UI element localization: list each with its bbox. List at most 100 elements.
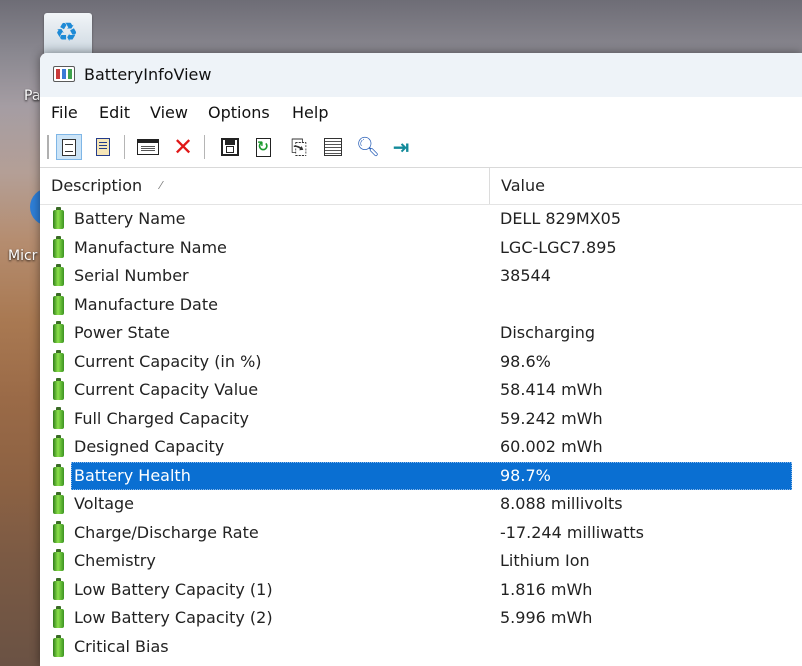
battery-icon — [53, 406, 64, 429]
column-value-label: Value — [501, 176, 545, 195]
refresh-icon: ↻ — [255, 137, 271, 157]
find-button[interactable]: 🔍︎ — [355, 134, 381, 160]
row-description: Current Capacity (in %) — [74, 351, 262, 371]
list-item[interactable]: Manufacture Date — [40, 291, 802, 320]
properties-icon — [324, 138, 342, 156]
save-icon — [221, 138, 239, 156]
list-item[interactable]: Manufacture Name LGC-LGC7.895 — [40, 234, 802, 263]
menu-bar: File Edit View Options Help — [40, 97, 802, 127]
menu-file[interactable]: File — [51, 103, 78, 122]
find-icon: 🔍︎ — [355, 135, 381, 158]
list-item[interactable]: Battery Health 98.7% — [40, 461, 802, 491]
battery-icon — [53, 463, 64, 486]
batteryinfoview-window: BatteryInfoView File Edit View Options H… — [40, 53, 802, 666]
battery-icon — [53, 435, 64, 457]
column-description-label: Description — [51, 176, 143, 195]
row-description: Voltage — [74, 494, 135, 513]
toolbar-grip — [47, 135, 49, 159]
desktop-label-partial: Pa — [24, 88, 41, 104]
battery-icon — [53, 492, 64, 514]
toolbar-separator — [124, 135, 125, 159]
row-value: 8.088 millivolts — [500, 494, 623, 513]
delete-icon: ✕ — [172, 133, 194, 161]
html-report-icon — [62, 138, 76, 156]
properties-window-button[interactable] — [135, 134, 161, 160]
list-item[interactable]: Current Capacity (in %) 98.6% — [40, 348, 802, 377]
list-item[interactable]: Low Battery Capacity (2) 5.996 mWh — [40, 604, 802, 633]
battery-info-list[interactable]: Description ⁄ Value Battery Name DELL 829… — [40, 168, 802, 666]
row-description: Charge/Discharge Rate — [74, 522, 259, 542]
refresh-button[interactable]: ↻ — [250, 134, 276, 160]
row-description: Battery Name — [74, 209, 186, 228]
list-item[interactable]: Power State Discharging — [40, 319, 802, 348]
battery-icon — [53, 577, 64, 600]
row-description: Full Charged Capacity — [74, 408, 250, 428]
exit-button[interactable]: ⇥ — [388, 134, 414, 160]
menu-options[interactable]: Options — [208, 103, 270, 122]
save-button[interactable] — [217, 134, 243, 160]
list-item[interactable]: Serial Number 38544 — [40, 262, 802, 291]
row-value: Lithium Ion — [500, 551, 590, 570]
row-value: 98.7% — [500, 465, 551, 485]
text-report-button[interactable] — [90, 134, 116, 160]
row-value: 58.414 mWh — [500, 380, 603, 399]
battery-icon — [53, 235, 64, 258]
list-item[interactable]: Low Battery Capacity (1) 1.816 mWh — [40, 576, 802, 605]
row-value: Discharging — [500, 323, 596, 342]
battery-icon — [53, 549, 64, 571]
row-description: Low Battery Capacity (1) — [74, 579, 273, 599]
title-bar[interactable]: BatteryInfoView — [40, 53, 802, 97]
list-item[interactable]: Charge/Discharge Rate -17.244 milliwatts — [40, 519, 802, 548]
row-value: 59.242 mWh — [500, 408, 603, 428]
list-rows: Battery Name DELL 829MX05 Manufacture Name… — [40, 205, 802, 661]
sort-indicator-icon: ⁄ — [160, 179, 162, 192]
row-description: Low Battery Capacity (2) — [74, 608, 273, 627]
row-description: Manufacture Name — [74, 237, 227, 257]
row-description: Serial Number — [74, 266, 189, 285]
properties-button[interactable] — [320, 134, 346, 160]
battery-icon — [53, 207, 64, 229]
desktop-label-partial-2: Micr — [8, 248, 38, 264]
column-description[interactable]: Description ⁄ — [40, 168, 490, 204]
properties-window-icon — [137, 139, 159, 155]
column-header: Description ⁄ Value — [40, 168, 802, 205]
battery-icon — [53, 349, 64, 372]
list-item[interactable]: Current Capacity Value 58.414 mWh — [40, 376, 802, 405]
list-item[interactable]: Full Charged Capacity 59.242 mWh — [40, 405, 802, 434]
html-report-button[interactable] — [56, 134, 82, 160]
row-description: Manufacture Date — [74, 294, 218, 314]
row-description: Battery Health — [74, 465, 191, 485]
row-value: LGC-LGC7.895 — [500, 237, 617, 257]
delete-button[interactable]: ✕ — [170, 134, 196, 160]
app-battery-icon — [53, 66, 75, 82]
toolbar-separator — [204, 135, 205, 159]
row-description: Chemistry — [74, 551, 156, 570]
battery-icon — [53, 634, 64, 657]
toolbar: ✕ ↻ ⎘ 🔍︎ ⇥ — [40, 127, 802, 168]
row-value: 98.6% — [500, 351, 551, 371]
battery-icon — [53, 292, 64, 315]
row-value: DELL 829MX05 — [500, 209, 622, 228]
row-description: Power State — [74, 323, 170, 342]
list-item[interactable]: Chemistry Lithium Ion — [40, 547, 802, 576]
row-description: Critical Bias — [74, 636, 169, 656]
battery-icon — [53, 378, 64, 400]
row-value: 60.002 mWh — [500, 437, 603, 456]
row-description: Current Capacity Value — [74, 380, 259, 399]
list-item[interactable]: Critical Bias — [40, 633, 802, 662]
menu-edit[interactable]: Edit — [99, 103, 130, 122]
menu-help[interactable]: Help — [292, 103, 328, 122]
row-description: Designed Capacity — [74, 437, 225, 456]
battery-icon — [53, 606, 64, 628]
battery-icon — [53, 520, 64, 543]
battery-icon — [53, 321, 64, 343]
list-item[interactable]: Battery Name DELL 829MX05 — [40, 205, 802, 234]
copy-button[interactable]: ⎘ — [286, 134, 312, 160]
row-value: -17.244 milliwatts — [500, 522, 644, 542]
menu-view[interactable]: View — [150, 103, 188, 122]
copy-icon: ⎘ — [291, 135, 307, 159]
list-item[interactable]: Designed Capacity 60.002 mWh — [40, 433, 802, 462]
list-item[interactable]: Voltage 8.088 millivolts — [40, 490, 802, 519]
column-value[interactable]: Value — [490, 168, 802, 204]
row-value: 5.996 mWh — [500, 608, 593, 627]
